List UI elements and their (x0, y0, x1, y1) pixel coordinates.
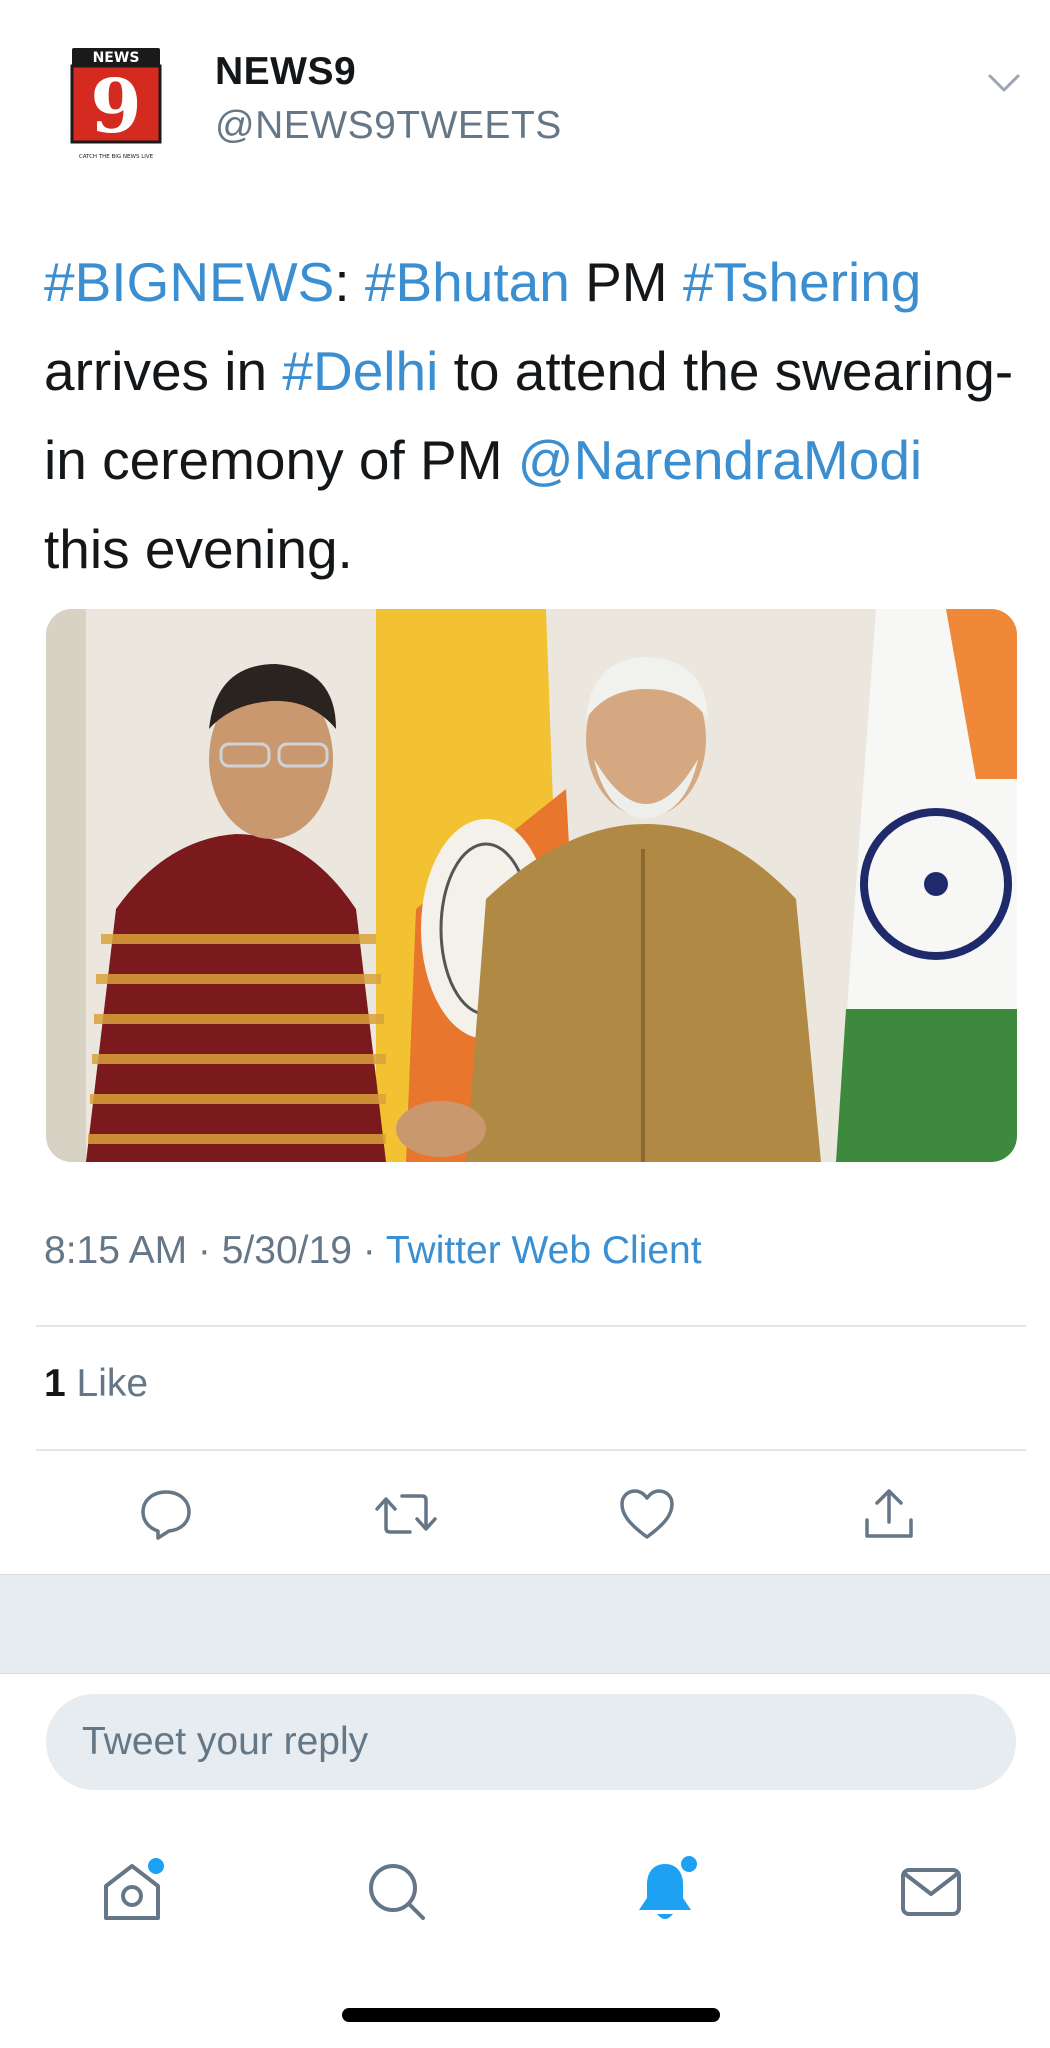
author-handle[interactable]: @NEWS9TWEETS (215, 104, 562, 148)
reply-input[interactable] (46, 1694, 1016, 1790)
retweet-button[interactable] (374, 1482, 438, 1546)
tweet-client-link[interactable]: Twitter Web Client (386, 1229, 702, 1272)
messages-mail-icon (901, 1868, 961, 1916)
like-button[interactable] (615, 1482, 679, 1546)
meta-separator: · (351, 1229, 386, 1272)
mention-narendramodi[interactable]: @NarendraModi (518, 429, 922, 491)
tweet-media-photo[interactable] (46, 609, 1017, 1162)
tweet-text-segment: arrives in (44, 340, 283, 402)
svg-text:CATCH THE BIG NEWS LIVE: CATCH THE BIG NEWS LIVE (79, 154, 154, 160)
divider (36, 1325, 1026, 1327)
home-indicator (342, 2008, 720, 2022)
tab-search[interactable] (357, 1852, 437, 1932)
likes-label: Like (76, 1362, 149, 1405)
home-icon (104, 1858, 164, 1920)
bottom-tab-bar (0, 1810, 1050, 1960)
svg-text:9: 9 (90, 64, 142, 150)
author-avatar[interactable]: NEWS 9 CATCH THE BIG NEWS LIVE (70, 46, 170, 162)
reply-icon (141, 1490, 191, 1540)
tweet-text-segment: : (334, 251, 365, 313)
tweet-date: 5/30/19 (221, 1229, 352, 1272)
tab-messages[interactable] (891, 1852, 971, 1932)
hashtag-tshering[interactable]: #Tshering (683, 251, 921, 313)
tweet-text: #BIGNEWS: #Bhutan PM #Tshering arrives i… (44, 238, 1014, 594)
divider (36, 1449, 1026, 1451)
notifications-bell-icon (639, 1856, 697, 1919)
share-icon (865, 1489, 913, 1538)
author-display-name[interactable]: NEWS9 (215, 50, 356, 94)
chevron-down-icon[interactable] (984, 68, 1024, 98)
share-button[interactable] (857, 1482, 921, 1546)
search-icon (369, 1864, 425, 1920)
hashtag-bhutan[interactable]: #Bhutan (365, 251, 570, 313)
meta-separator: · (187, 1229, 222, 1272)
tweet-text-segment: PM (569, 251, 683, 313)
likes-count: 1 (44, 1362, 66, 1405)
tab-home[interactable] (92, 1852, 172, 1932)
tweet-time: 8:15 AM (44, 1229, 188, 1272)
separator-band (0, 1574, 1050, 1674)
likes-summary[interactable]: 1 Like (44, 1362, 148, 1406)
tweet-action-bar (0, 1460, 1050, 1570)
hashtag-delhi[interactable]: #Delhi (282, 340, 438, 402)
reply-button[interactable] (134, 1482, 198, 1546)
retweet-icon (375, 1494, 437, 1534)
hashtag-bignews[interactable]: #BIGNEWS (44, 251, 334, 313)
tweet-header: NEWS 9 CATCH THE BIG NEWS LIVE NEWS9 @NE… (0, 0, 1050, 200)
tab-notifications[interactable] (625, 1852, 705, 1932)
tweet-meta: 8:15 AM · 5/30/19 · Twitter Web Client (44, 1229, 702, 1273)
like-heart-icon (620, 1489, 674, 1539)
tweet-text-segment: this evening. (44, 518, 353, 580)
